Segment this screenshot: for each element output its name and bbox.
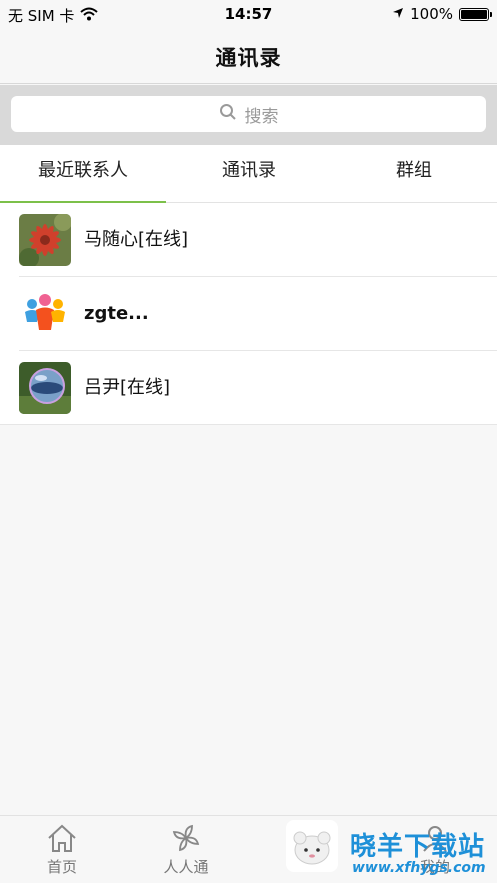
status-bar: 无 SIM 卡 14:57 100% — [0, 0, 497, 30]
contact-name: zgte... — [84, 303, 149, 324]
contact-name: 吕尹[在线] — [84, 377, 171, 398]
avatar — [19, 214, 71, 266]
watermark-sheep-logo — [286, 820, 338, 872]
search-bar: 搜索 — [0, 85, 497, 145]
watermark-title: 晓羊下载站 — [350, 832, 486, 862]
tab-label: 群组 — [396, 160, 432, 181]
home-icon — [0, 822, 124, 854]
battery-percent: 100% — [410, 5, 453, 23]
location-arrow-icon — [392, 5, 404, 23]
search-icon — [219, 103, 237, 126]
contact-name: 马随心[在线] — [84, 229, 189, 250]
tab-groups[interactable]: 群组 — [331, 145, 497, 203]
watermark-url: www.xfhygs.com — [352, 860, 486, 876]
tab-label: 通讯录 — [222, 160, 276, 181]
contact-list: 马随心[在线] zgte... 吕尹[在线] — [0, 203, 497, 425]
tabbar-item-renrentong[interactable]: 人人通 — [124, 822, 248, 877]
search-input[interactable]: 搜索 — [11, 96, 486, 132]
list-item[interactable]: zgte... — [0, 277, 497, 351]
avatar — [19, 288, 71, 340]
list-item[interactable]: 吕尹[在线] — [0, 351, 497, 425]
tabbar-label: 人人通 — [163, 858, 209, 876]
segment-tabs: 最近联系人 通讯录 群组 — [0, 145, 497, 204]
tabbar-label: 首页 — [46, 858, 77, 876]
tab-label: 最近联系人 — [38, 160, 128, 181]
list-item[interactable]: 马随心[在线] — [0, 203, 497, 277]
divider — [0, 424, 497, 425]
avatar — [19, 362, 71, 414]
tabbar-item-home[interactable]: 首页 — [0, 822, 124, 877]
tab-address-book[interactable]: 通讯录 — [166, 145, 332, 203]
nav-bar: 通讯录 — [0, 30, 497, 84]
page-title: 通讯录 — [215, 46, 282, 70]
battery-icon — [459, 7, 492, 21]
search-placeholder: 搜索 — [244, 106, 279, 127]
tab-recent-contacts[interactable]: 最近联系人 — [0, 145, 166, 204]
pinwheel-icon — [124, 822, 248, 854]
